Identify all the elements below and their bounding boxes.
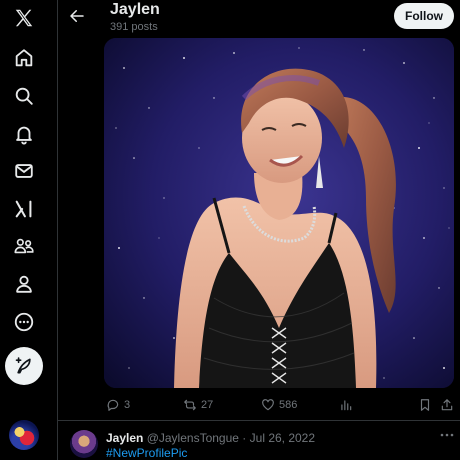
notifications-bell-icon[interactable]	[12, 122, 36, 146]
bookmark-icon	[420, 399, 430, 411]
more-options-icon[interactable]	[440, 430, 454, 440]
repost-button[interactable]: 27	[183, 396, 213, 414]
more-circle-icon[interactable]	[12, 310, 36, 334]
profile-name: Jaylen	[110, 1, 160, 18]
reply-icon	[107, 399, 119, 411]
repost-count: 27	[201, 399, 214, 411]
posts-count: 391 posts	[110, 21, 158, 33]
profile-photo	[104, 38, 454, 388]
back-arrow-icon[interactable]	[66, 5, 88, 27]
like-button[interactable]: 586	[261, 396, 297, 414]
home-icon[interactable]	[12, 46, 36, 70]
share-button[interactable]	[440, 396, 454, 414]
follow-button[interactable]: Follow	[394, 3, 454, 29]
next-post-avatar[interactable]	[70, 430, 98, 458]
messages-envelope-icon[interactable]	[12, 159, 36, 183]
column-divider	[57, 0, 58, 460]
reply-count: 3	[124, 399, 131, 411]
next-post-handle[interactable]: @JaylensTongue	[147, 431, 239, 445]
reply-button[interactable]: 3	[106, 396, 130, 414]
x-logo-icon[interactable]	[12, 6, 36, 30]
grok-icon[interactable]	[12, 197, 36, 221]
next-post-date[interactable]: Jul 26, 2022	[250, 431, 315, 445]
left-nav-rail	[0, 0, 48, 460]
post-separator	[58, 420, 460, 421]
post-media-image[interactable]	[104, 38, 454, 388]
repost-icon	[184, 399, 196, 411]
like-icon	[262, 399, 274, 411]
next-post-separator: ·	[242, 431, 247, 445]
views-icon	[341, 400, 352, 411]
like-count: 586	[279, 399, 298, 411]
account-avatar[interactable]	[9, 420, 39, 450]
share-icon	[441, 399, 453, 411]
search-icon[interactable]	[12, 84, 36, 108]
bookmark-button[interactable]	[418, 396, 432, 414]
next-post-header: Jaylen @JaylensTongue · Jul 26, 2022	[106, 431, 315, 445]
views-button[interactable]	[339, 396, 357, 414]
next-post-hashtag[interactable]: #NewProfilePic	[106, 446, 187, 460]
compose-post-button[interactable]	[5, 347, 43, 385]
next-post-author-name[interactable]: Jaylen	[106, 431, 143, 445]
communities-icon[interactable]	[12, 234, 36, 258]
compose-feather-icon	[15, 357, 31, 374]
profile-icon[interactable]	[12, 272, 36, 296]
